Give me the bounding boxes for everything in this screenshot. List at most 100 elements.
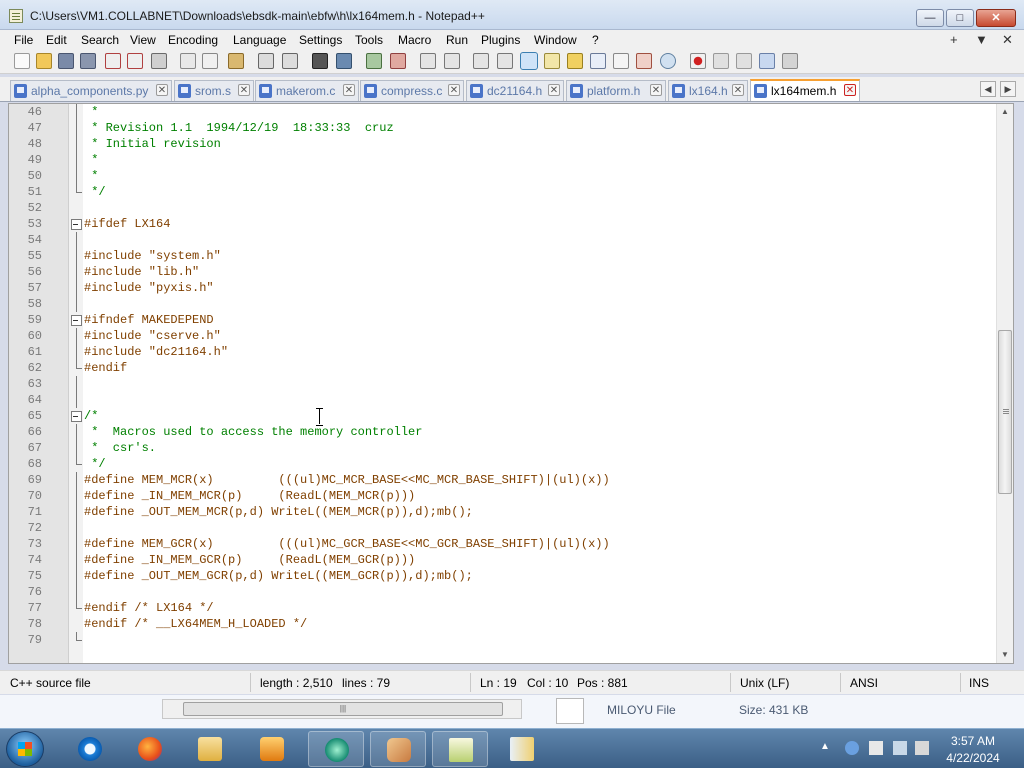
code-line[interactable]: 55 #include "system.h" [9,248,997,264]
monitoring-icon[interactable] [636,53,652,69]
tab-lx164[interactable]: lx164.h ✕ [668,80,748,101]
close-icon[interactable] [105,53,121,69]
code-text[interactable]: #ifdef LX164 [84,216,170,232]
tab-close-icon[interactable]: ✕ [156,84,168,96]
tab-list-button[interactable]: ▼ [975,32,988,47]
media-player-icon[interactable] [244,731,300,767]
code-line[interactable]: 51 */ [9,184,997,200]
code-text[interactable]: #include "dc21164.h" [84,344,228,360]
minimize-button[interactable]: — [916,9,944,27]
tab-makerom[interactable]: makerom.c ✕ [255,80,359,101]
tab-close-icon[interactable]: ✕ [548,84,560,96]
menu-encoding[interactable]: Encoding [168,33,218,47]
new-file-icon[interactable] [14,53,30,69]
code-text[interactable]: #define _IN_MEM_MCR(p) (ReadL(MEM_MCR(p)… [84,488,415,504]
folder-workspace-icon[interactable] [613,53,629,69]
scrollbar-thumb[interactable] [998,330,1012,494]
scroll-up-icon[interactable]: ▲ [997,104,1013,120]
menu-edit[interactable]: Edit [46,33,67,47]
code-line[interactable]: 54 [9,232,997,248]
tab-close-icon[interactable]: ✕ [238,84,250,96]
code-text[interactable]: * [84,104,98,120]
code-line[interactable]: 75 #define _OUT_MEM_GCR(p,d) WriteL((MEM_… [9,568,997,584]
file-thumbnail-icon[interactable] [556,698,584,724]
code-line[interactable]: 56 #include "lib.h" [9,264,997,280]
code-line[interactable]: 52 [9,200,997,216]
code-line[interactable]: 77 #endif /* LX164 */ [9,600,997,616]
menu-view[interactable]: View [130,33,156,47]
menu-window[interactable]: Window [534,33,577,47]
code-text[interactable]: */ [84,456,105,472]
record-macro-icon[interactable] [690,53,706,69]
tab-close-icon[interactable]: ✕ [650,84,662,96]
notepadpp-app-icon[interactable] [9,9,23,23]
tab-close-icon[interactable]: ✕ [343,84,355,96]
code-text[interactable]: * Revision 1.1 1994/12/19 18:33:33 cruz [84,120,393,136]
menu-run[interactable]: Run [446,33,468,47]
user-language-icon[interactable] [544,53,560,69]
tab-alpha-components[interactable]: alpha_components.py ✕ [10,80,172,101]
save-macro-icon[interactable] [782,53,798,69]
code-line[interactable]: 47 * Revision 1.1 1994/12/19 18:33:33 cr… [9,120,997,136]
fold-toggle-icon[interactable] [70,408,82,424]
code-line[interactable]: 72 [9,520,997,536]
code-line[interactable]: 73 #define MEM_GCR(x) (((ul)MC_GCR_BASE<<… [9,536,997,552]
document-map-icon[interactable] [567,53,583,69]
code-line[interactable]: 63 [9,376,997,392]
code-line[interactable]: 59 #ifndef MAKEDEPEND [9,312,997,328]
code-line[interactable]: 53 #ifdef LX164 [9,216,997,232]
sync-horizontal-icon[interactable] [444,53,460,69]
indent-guide-icon[interactable] [520,52,538,70]
tab-scroll-right-icon[interactable]: ▶ [1000,81,1016,97]
code-line[interactable]: 65 /* [9,408,997,424]
paste-icon[interactable] [228,53,244,69]
stop-recording-icon[interactable] [713,53,729,69]
menu-help[interactable]: ? [592,33,599,47]
tab-scroll-left-icon[interactable]: ◀ [980,81,996,97]
volume-icon[interactable] [915,741,929,755]
scroll-down-icon[interactable]: ▼ [997,647,1013,663]
copy-icon[interactable] [202,53,218,69]
tab-close-icon[interactable]: ✕ [448,84,460,96]
code-text[interactable]: #include "pyxis.h" [84,280,214,296]
code-line[interactable]: 48 * Initial revision [9,136,997,152]
notepadpp-icon[interactable] [432,731,488,767]
code-line[interactable]: 76 [9,584,997,600]
redo-icon[interactable] [282,53,298,69]
code-line[interactable]: 67 * csr's. [9,440,997,456]
action-center-flag-icon[interactable] [869,741,883,755]
menu-search[interactable]: Search [81,33,119,47]
menu-macro[interactable]: Macro [398,33,431,47]
internet-explorer-icon[interactable] [62,731,118,767]
eol-format[interactable]: Unix (LF) [740,676,789,690]
sync-vertical-icon[interactable] [420,53,436,69]
start-button[interactable] [6,731,44,767]
find-icon[interactable] [312,53,328,69]
undo-icon[interactable] [258,53,274,69]
close-document-button[interactable]: ✕ [1002,32,1013,48]
menu-settings[interactable]: Settings [299,33,342,47]
insert-mode[interactable]: INS [969,676,989,690]
code-editor[interactable]: 46 * 47 * Revision 1.1 1994/12/19 18:33:3… [8,103,1014,664]
code-line[interactable]: 58 [9,296,997,312]
code-text[interactable]: #endif /* __LX64MEM_H_LOADED */ [84,616,307,632]
code-line[interactable]: 49 * [9,152,997,168]
code-line[interactable]: 64 [9,392,997,408]
replace-icon[interactable] [336,53,352,69]
open-file-icon[interactable] [36,53,52,69]
code-text[interactable]: #define _OUT_MEM_GCR(p,d) WriteL((MEM_GC… [84,568,473,584]
menu-language[interactable]: Language [233,33,286,47]
code-line[interactable]: 61 #include "dc21164.h" [9,344,997,360]
code-text[interactable]: * Macros used to access the memory contr… [84,424,422,440]
code-text[interactable]: * Initial revision [84,136,221,152]
tab-lx164mem[interactable]: lx164mem.h ✕ [750,79,860,101]
save-all-icon[interactable] [80,53,96,69]
show-all-characters-icon[interactable] [497,53,513,69]
code-text[interactable]: */ [84,184,105,200]
code-text[interactable]: * [84,168,98,184]
code-line[interactable]: 62 #endif [9,360,997,376]
network-icon[interactable] [893,741,907,755]
code-text[interactable]: #define _IN_MEM_GCR(p) (ReadL(MEM_GCR(p)… [84,552,415,568]
tab-platform[interactable]: platform.h ✕ [566,80,666,101]
cut-icon[interactable] [180,53,196,69]
